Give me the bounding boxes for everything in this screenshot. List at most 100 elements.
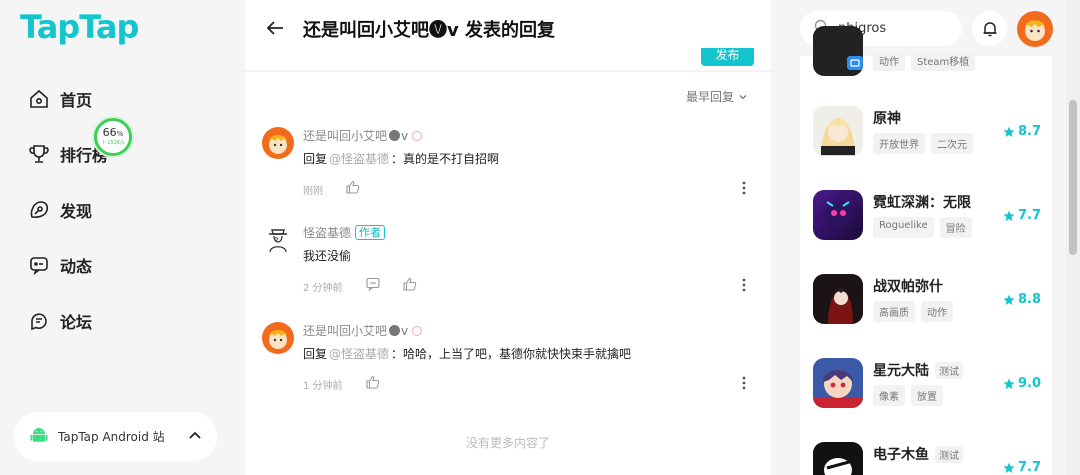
game-tag[interactable]: 像素 [873, 385, 905, 406]
page-title: 还是叫回小艾吧🅥v 发表的回复 [303, 20, 555, 41]
nav-item-forum[interactable]: 论坛 [28, 306, 92, 336]
game-tag[interactable]: Roguelike [873, 217, 934, 238]
game-item[interactable]: 动作 Steam移植 [813, 26, 1048, 80]
nav-label: 发现 [60, 202, 93, 221]
feed-icon [28, 254, 50, 276]
comment-author-name[interactable]: 还是叫回小艾吧 [303, 127, 387, 144]
game-rating: 8.7 [1003, 124, 1041, 139]
game-item[interactable]: 原神 开放世界 二次元 8.7 [813, 106, 1048, 160]
rating-value: 8.7 [1018, 124, 1042, 139]
game-item[interactable]: 星元大陆 测试 像素 放置 9.0 [813, 358, 1048, 412]
comment-text: 我还没偷 [303, 249, 352, 263]
name-suffix: v [401, 323, 409, 338]
like-icon[interactable] [346, 179, 360, 198]
game-icon [813, 190, 863, 240]
game-rating: 8.8 [1003, 292, 1041, 307]
forum-icon [28, 310, 50, 332]
taptap-logo[interactable]: TapTap [20, 8, 139, 46]
avatar[interactable] [262, 322, 294, 354]
avatar[interactable] [262, 224, 294, 256]
game-rating: 7.7 [1003, 208, 1041, 223]
more-options-icon[interactable] [742, 277, 746, 296]
star-icon [1003, 462, 1015, 473]
android-site-switch[interactable]: TapTap Android 站 [14, 412, 217, 461]
rating-value: 7.7 [1018, 208, 1042, 223]
level-badge-icon [412, 130, 423, 141]
nav-item-feed[interactable]: 动态 [28, 250, 92, 280]
game-tag[interactable]: 放置 [911, 385, 943, 406]
publish-button[interactable]: 发布 [701, 48, 754, 66]
more-options-icon[interactable] [742, 180, 746, 199]
sort-dropdown[interactable]: 最早回复 [686, 88, 748, 105]
mention-link[interactable]: @怪盗基德 [329, 152, 389, 166]
rating-value: 7.7 [1018, 460, 1042, 475]
test-badge: 测试 [935, 361, 963, 379]
game-name: 霓虹深渊：无限 [873, 195, 971, 211]
game-icon [813, 274, 863, 324]
home-icon [28, 88, 50, 110]
star-icon [1003, 378, 1015, 389]
star-icon [1003, 294, 1015, 305]
comment-body: 回复 @怪盗基德 ：哈哈，上当了吧，基德你就快快束手就擒吧 [303, 345, 631, 362]
network-speed-widget[interactable]: 66% ↑ 152K/s [94, 118, 132, 156]
speed-rate: ↑ 152K/s [101, 140, 125, 146]
game-icon [813, 106, 863, 156]
reply-icon[interactable] [366, 276, 380, 295]
game-rating: 9.0 [1003, 376, 1041, 391]
game-item[interactable]: 霓虹深渊：无限 Roguelike 冒险 7.7 [813, 190, 1048, 244]
comment-body: 回复 @怪盗基德 ：真的是不打自招啊 [303, 150, 499, 167]
speed-unit: % [116, 130, 124, 138]
rating-value: 8.8 [1018, 292, 1042, 307]
game-tag[interactable]: 动作 [873, 50, 905, 71]
rating-value: 9.0 [1018, 376, 1042, 391]
star-icon [1003, 126, 1015, 137]
comment-author-name[interactable]: 怪盗基德 [303, 224, 351, 241]
left-sidebar: TapTap 首页 排行榜 发现 动态 论坛 66% ↑ 152K/s TapT… [0, 0, 245, 475]
sort-label: 最早回复 [686, 90, 735, 104]
comment-time: 1 分钟前 [303, 381, 343, 392]
game-name: 战双帕弥什 [873, 279, 943, 295]
nav-label: 论坛 [60, 313, 93, 332]
game-tag[interactable]: 冒险 [939, 217, 972, 238]
back-arrow-icon[interactable] [265, 18, 285, 42]
nav-label: 首页 [60, 91, 93, 110]
level-badge-icon [412, 325, 423, 336]
more-options-icon[interactable] [742, 375, 746, 394]
name-suffix: v [401, 128, 409, 143]
mention-link[interactable]: @怪盗基德 [329, 347, 389, 361]
game-name: 电子木鱼 [873, 447, 929, 463]
avatar[interactable] [262, 127, 294, 159]
trophy-icon [28, 143, 50, 165]
verified-badge-icon [389, 325, 401, 336]
scrollbar-thumb[interactable] [1069, 100, 1077, 255]
author-tag: 作者 [355, 225, 386, 240]
game-tag[interactable]: 二次元 [931, 133, 973, 154]
game-item[interactable]: 战双帕弥什 高画质 动作 8.8 [813, 274, 1048, 328]
game-tag[interactable]: Steam移植 [911, 50, 976, 71]
nav-item-home[interactable]: 首页 [28, 84, 92, 114]
no-more-content: 没有更多内容了 [465, 436, 550, 450]
comment-time: 2 分钟前 [303, 283, 343, 294]
comment-text: ：哈哈，上当了吧，基德你就快快束手就擒吧 [391, 347, 632, 361]
thread-header: 还是叫回小艾吧🅥v 发表的回复 [245, 0, 771, 56]
game-icon [813, 26, 863, 76]
star-icon [1003, 210, 1015, 221]
divider [245, 70, 771, 72]
game-tag[interactable]: 开放世界 [873, 133, 925, 154]
like-icon[interactable] [366, 374, 380, 393]
comment-author-name[interactable]: 还是叫回小艾吧 [303, 322, 387, 339]
verified-badge-icon [389, 130, 401, 141]
test-badge: 测试 [935, 445, 963, 463]
android-icon [30, 426, 48, 448]
like-icon[interactable] [403, 276, 417, 295]
chevron-down-icon [739, 94, 747, 99]
reply-prefix: 回复 [303, 347, 328, 361]
comment-body: 我还没偷 [303, 247, 351, 264]
nav-label: 动态 [60, 257, 93, 276]
game-tag[interactable]: 高画质 [873, 301, 915, 322]
game-tag[interactable]: 动作 [921, 301, 953, 322]
speed-percent: 66 [102, 126, 117, 139]
scrollbar[interactable] [1066, 0, 1080, 475]
game-item[interactable]: 电子木鱼 测试 7.7 [813, 442, 1048, 475]
nav-item-discover[interactable]: 发现 [28, 195, 92, 225]
